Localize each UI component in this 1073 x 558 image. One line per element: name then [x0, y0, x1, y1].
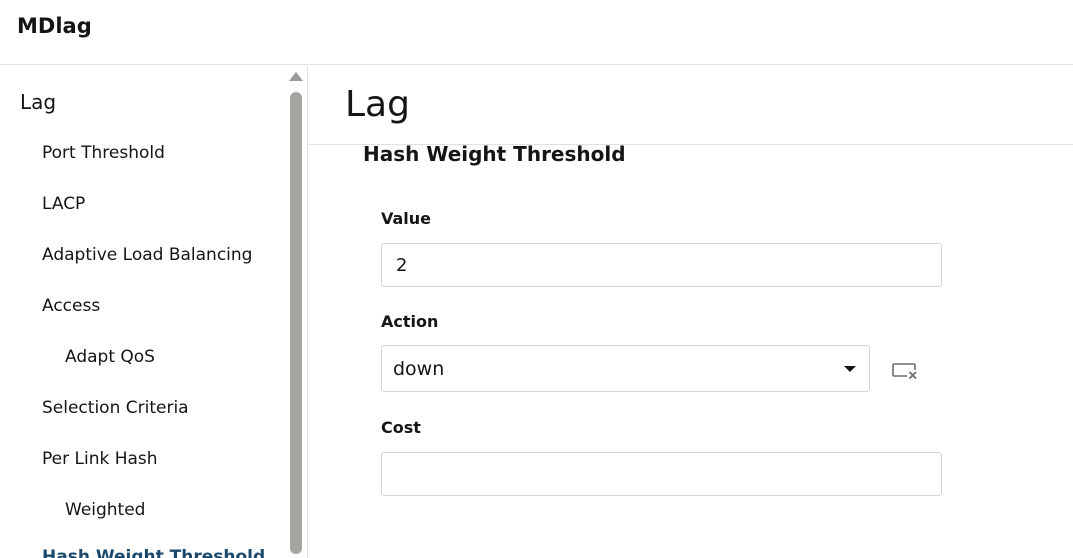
- value-input[interactable]: [381, 243, 942, 287]
- clear-field-icon[interactable]: [891, 360, 921, 382]
- sidebar-item-adapt-qos[interactable]: Adapt QoS: [65, 347, 155, 367]
- sidebar-item-lacp[interactable]: LACP: [42, 194, 85, 214]
- arrow-up-icon[interactable]: [289, 72, 303, 81]
- app-title: MDlag: [17, 14, 92, 38]
- sidebar-item-hash-weight-threshold[interactable]: Hash Weight Threshold: [42, 547, 265, 558]
- action-field-label: Action: [381, 312, 439, 331]
- cost-input[interactable]: [381, 452, 942, 496]
- main-content: Lag Hash Weight Threshold Value Action d…: [309, 66, 1073, 558]
- chevron-down-icon[interactable]: [844, 366, 856, 372]
- value-field-label: Value: [381, 209, 432, 228]
- app-header: MDlag: [0, 0, 1073, 65]
- action-select-value: down: [393, 358, 445, 380]
- section-title: Hash Weight Threshold: [363, 142, 626, 166]
- sidebar-scrollbar[interactable]: [286, 66, 306, 558]
- sidebar-item-access[interactable]: Access: [42, 296, 100, 316]
- scrollbar-thumb[interactable]: [290, 92, 302, 554]
- sidebar-item-selection-criteria[interactable]: Selection Criteria: [42, 398, 189, 418]
- sidebar-item-port-threshold[interactable]: Port Threshold: [42, 143, 165, 163]
- action-select[interactable]: down: [381, 345, 870, 392]
- page-title: Lag: [345, 84, 410, 125]
- sidebar-item-weighted[interactable]: Weighted: [65, 500, 145, 520]
- sidebar-item-per-link-hash[interactable]: Per Link Hash: [42, 449, 158, 469]
- cost-field-label: Cost: [381, 418, 421, 437]
- sidebar-nav: Lag Port Threshold LACP Adaptive Load Ba…: [0, 66, 308, 558]
- sidebar-item-lag[interactable]: Lag: [20, 90, 56, 114]
- sidebar-item-adaptive-load-balancing[interactable]: Adaptive Load Balancing: [42, 245, 252, 265]
